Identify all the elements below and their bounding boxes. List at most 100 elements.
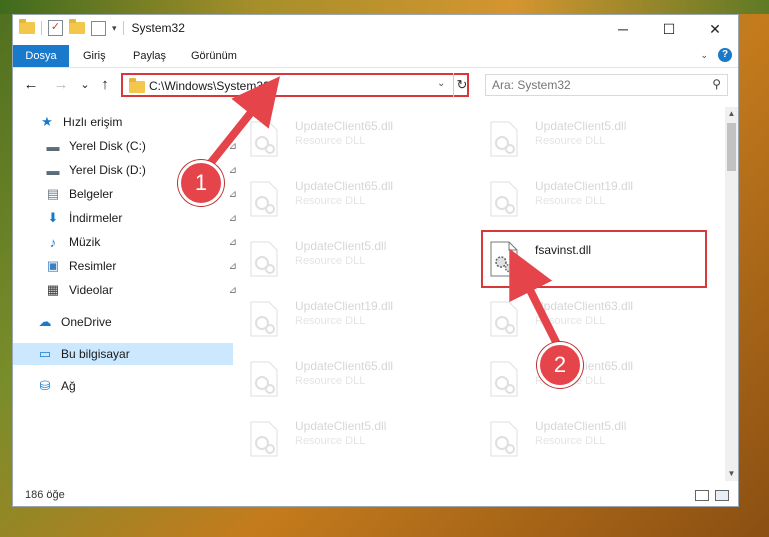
- scroll-thumb[interactable]: [727, 123, 736, 171]
- sidebar-item-label: Bu bilgisayar: [61, 347, 130, 361]
- sidebar-item-local-disk-c[interactable]: ▬ Yerel Disk (C:) ⊿: [13, 135, 241, 157]
- properties-check-icon[interactable]: ✓: [48, 20, 63, 36]
- file-name: UpdateClient5.dll: [295, 419, 387, 433]
- dll-file-icon: [250, 361, 278, 397]
- sidebar-item-network[interactable]: ⛁ Ağ: [13, 375, 233, 397]
- scroll-down-arrow-icon[interactable]: ▼: [725, 467, 738, 481]
- divider: [41, 21, 42, 35]
- tab-share[interactable]: Paylaş: [133, 45, 166, 67]
- help-icon[interactable]: ?: [718, 48, 732, 62]
- tab-home[interactable]: Giriş: [83, 45, 106, 67]
- customize-icon[interactable]: [91, 20, 106, 36]
- refresh-icon[interactable]: ↻: [453, 73, 470, 97]
- sidebar-item-pictures[interactable]: ▣ Resimler ⊿: [13, 255, 241, 277]
- maximize-button[interactable]: ☐: [646, 15, 692, 43]
- file-type: Resource DLL: [535, 135, 606, 147]
- chevron-down-icon[interactable]: ⌄: [700, 50, 708, 61]
- divider: [122, 21, 124, 35]
- search-box[interactable]: ⚲: [485, 74, 728, 96]
- video-icon: ▦: [46, 282, 60, 297]
- tab-view[interactable]: Görünüm: [191, 45, 237, 67]
- dll-file-icon: [250, 181, 278, 217]
- list-item[interactable]: UpdateClient19.dll Resource DLL: [475, 173, 685, 223]
- list-item[interactable]: UpdateClient19.dll Resource DLL: [235, 293, 445, 343]
- address-path[interactable]: C:\Windows\System32: [149, 79, 270, 93]
- status-bar: 186 öğe: [13, 485, 738, 506]
- vertical-scrollbar[interactable]: ▲ ▼: [725, 107, 738, 481]
- address-bar[interactable]: C:\Windows\System32 ⌄ ↻: [121, 73, 469, 97]
- sidebar-item-label: Yerel Disk (D:): [69, 163, 146, 177]
- sidebar-item-label: Hızlı erişim: [63, 115, 123, 129]
- dll-file-icon: [250, 241, 278, 277]
- file-name: UpdateClient65.dll: [295, 119, 394, 133]
- step-1-badge: 1: [178, 160, 224, 206]
- music-icon: ♪: [49, 234, 57, 250]
- window-controls: ─ ☐ ✕: [600, 15, 738, 43]
- file-type: Resource DLL: [295, 195, 366, 207]
- file-name: UpdateClient5.dll: [535, 419, 627, 433]
- file-type: Resource DLL: [295, 315, 366, 327]
- computer-icon: ▭: [38, 346, 52, 361]
- dll-file-icon: [490, 361, 518, 397]
- sidebar-item-music[interactable]: ♪ Müzik ⊿: [13, 231, 241, 253]
- file-name: UpdateClient65.dll: [295, 179, 394, 193]
- sidebar-item-label: Müzik: [69, 235, 101, 249]
- file-name: UpdateClient65.dll: [295, 359, 394, 373]
- ribbon-tabs: Dosya Giriş Paylaş Görünüm ⌄ ?: [13, 45, 738, 68]
- sidebar-item-label: İndirmeler: [69, 211, 123, 225]
- file-type: Resource DLL: [295, 435, 366, 447]
- file-name: UpdateClient5.dll: [535, 119, 627, 133]
- file-highlight-box: [481, 230, 707, 288]
- sidebar-item-quick-access[interactable]: ★ Hızlı erişim: [13, 111, 235, 133]
- search-icon[interactable]: ⚲: [712, 77, 721, 91]
- search-input[interactable]: [492, 78, 702, 92]
- scroll-up-arrow-icon[interactable]: ▲: [725, 107, 738, 121]
- sidebar-item-label: Belgeler: [69, 187, 114, 201]
- sidebar-item-downloads[interactable]: ⬇ İndirmeler ⊿: [13, 207, 241, 229]
- details-view-icon[interactable]: [695, 490, 709, 501]
- minimize-button[interactable]: ─: [600, 15, 646, 43]
- sidebar-item-label: Resimler: [69, 259, 117, 273]
- dll-file-icon: [250, 301, 278, 337]
- dll-file-icon: [490, 181, 518, 217]
- large-icons-view-icon[interactable]: [715, 490, 729, 501]
- window-title: System32: [131, 21, 185, 35]
- dll-file-icon: [490, 421, 518, 457]
- list-item[interactable]: UpdateClient65.dll Resource DLL: [235, 173, 445, 223]
- ribbon-controls: ⌄ ?: [700, 48, 732, 62]
- list-item[interactable]: UpdateClient63.dll Resource DLL: [475, 293, 685, 343]
- item-count: 186 öğe: [25, 489, 65, 501]
- star-icon: ★: [41, 114, 53, 129]
- sidebar-item-videos[interactable]: ▦ Videolar ⊿: [13, 279, 241, 301]
- pictures-icon: ▣: [46, 258, 60, 273]
- list-item[interactable]: UpdateClient65.dll Resource DLL: [235, 113, 445, 163]
- file-explorer-window: ✓ ▾ System32 ─ ☐ ✕ Dosya Giriş Paylaş Gö…: [12, 14, 739, 507]
- file-type: Resource DLL: [535, 435, 606, 447]
- navigation-bar: ← → ⌄ ↑ C:\Windows\System32 ⌄ ↻ ⚲: [13, 71, 738, 101]
- tab-file[interactable]: Dosya: [13, 45, 69, 67]
- sidebar-item-label: Ağ: [61, 379, 76, 393]
- sidebar-item-label: Videolar: [69, 283, 113, 297]
- file-type: Resource DLL: [295, 375, 366, 387]
- dll-file-icon: [250, 421, 278, 457]
- close-button[interactable]: ✕: [692, 15, 738, 43]
- sidebar-item-this-pc[interactable]: ▭ Bu bilgisayar: [13, 343, 233, 365]
- back-arrow-icon[interactable]: ←: [21, 75, 41, 95]
- file-name: UpdateClient19.dll: [535, 179, 634, 193]
- forward-arrow-icon[interactable]: →: [51, 75, 71, 95]
- list-item[interactable]: UpdateClient5.dll Resource DLL: [475, 413, 685, 463]
- new-folder-icon[interactable]: [69, 19, 85, 34]
- documents-icon: ▤: [46, 186, 60, 201]
- sidebar-item-onedrive[interactable]: ☁ OneDrive: [13, 311, 233, 333]
- title-bar: ✓ ▾ System32 ─ ☐ ✕: [13, 15, 738, 43]
- list-item[interactable]: UpdateClient65.dll Resource DLL: [235, 353, 445, 403]
- chevron-down-icon[interactable]: ⌄: [437, 78, 445, 89]
- list-item[interactable]: UpdateClient5.dll Resource DLL: [475, 113, 685, 163]
- download-icon: ⬇: [47, 210, 59, 225]
- list-item[interactable]: UpdateClient5.dll Resource DLL: [235, 413, 445, 463]
- recent-locations-icon[interactable]: ⌄: [75, 75, 95, 95]
- up-arrow-icon[interactable]: ↑: [95, 75, 115, 95]
- drive-icon: ▬: [46, 162, 60, 178]
- list-item[interactable]: UpdateClient5.dll Resource DLL: [235, 233, 445, 283]
- chevron-down-icon[interactable]: ▾: [112, 23, 117, 34]
